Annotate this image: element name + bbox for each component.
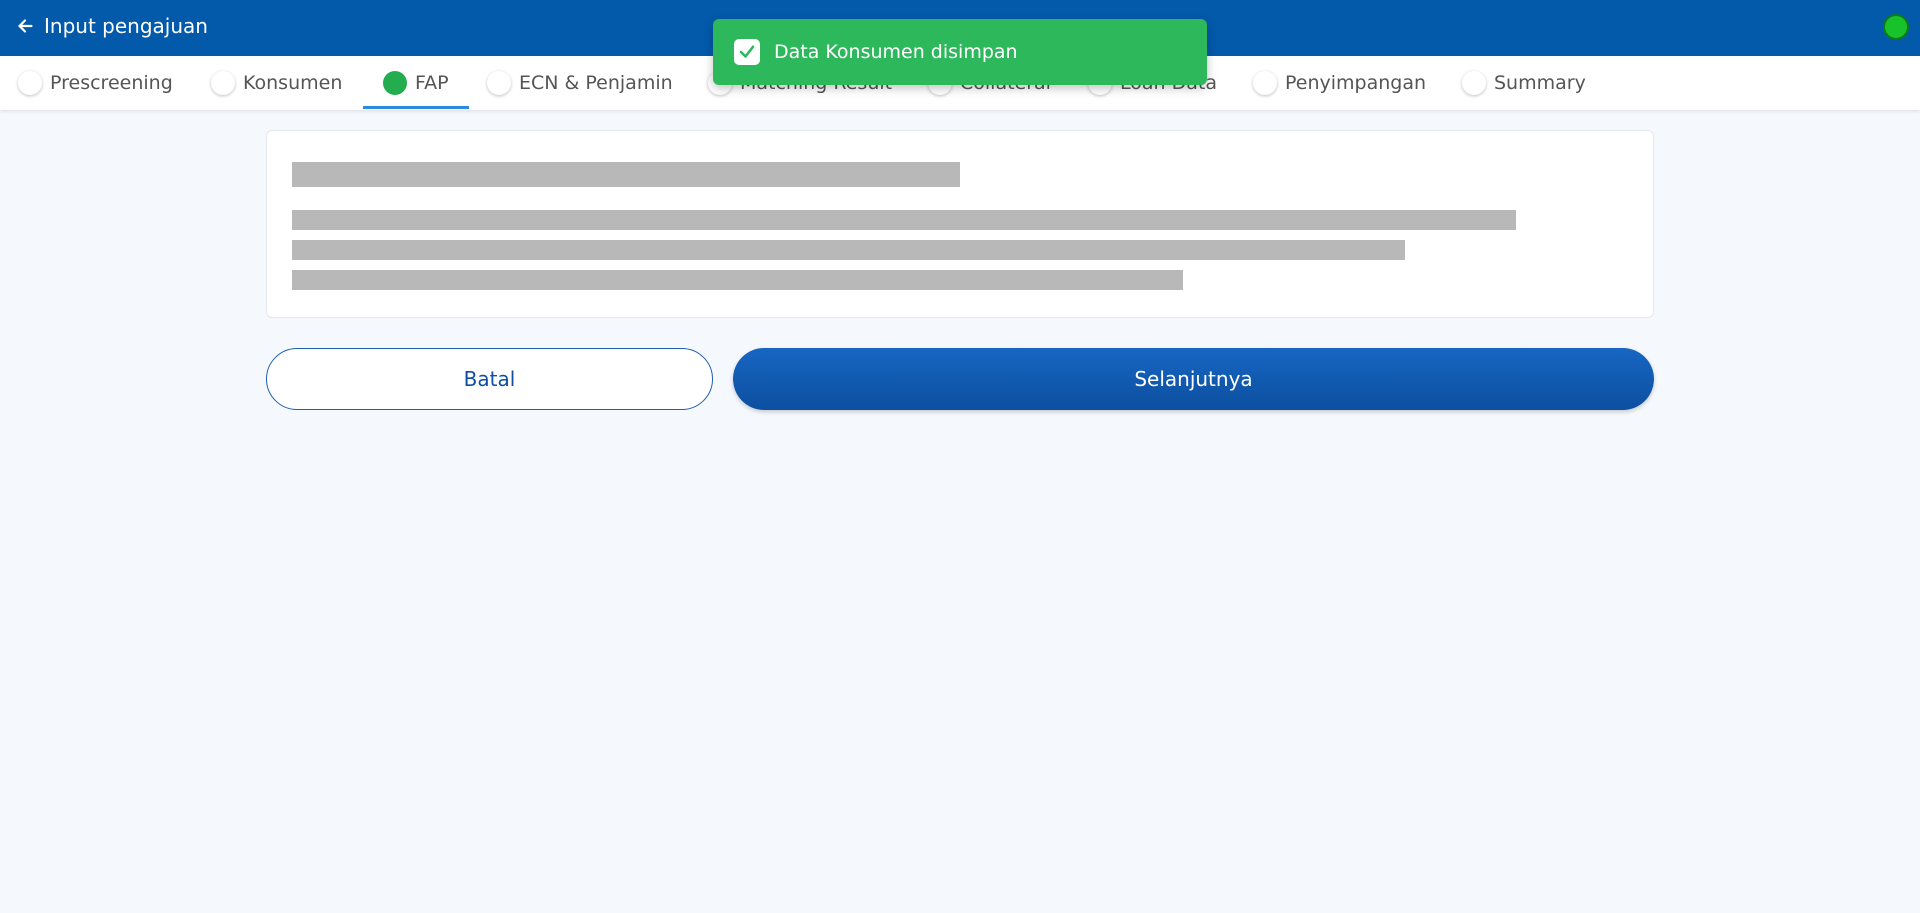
success-toast: Data Konsumen disimpan bbox=[713, 19, 1207, 85]
step-label: ECN & Penjamin bbox=[519, 72, 673, 94]
step-label: Penyimpangan bbox=[1285, 72, 1427, 94]
skeleton-line bbox=[292, 270, 1183, 290]
step-label: Summary bbox=[1494, 72, 1586, 94]
step-label: Konsumen bbox=[243, 72, 343, 94]
step-status-icon bbox=[211, 71, 235, 95]
cancel-button[interactable]: Batal bbox=[266, 348, 713, 410]
step-penyimpangan[interactable]: Penyimpangan bbox=[1253, 56, 1426, 110]
arrow-left-icon bbox=[18, 19, 33, 33]
step-label: FAP bbox=[415, 72, 449, 94]
toast-message: Data Konsumen disimpan bbox=[774, 41, 1018, 63]
step-konsumen[interactable]: Konsumen bbox=[211, 56, 342, 110]
connection-status-indicator bbox=[1883, 14, 1909, 40]
loading-skeleton-card bbox=[266, 130, 1654, 318]
skeleton-line bbox=[292, 162, 960, 187]
next-button[interactable]: Selanjutnya bbox=[733, 348, 1654, 410]
step-status-icon bbox=[1253, 71, 1277, 95]
skeleton-line bbox=[292, 210, 1516, 230]
skeleton-line bbox=[292, 240, 1405, 260]
step-status-icon bbox=[487, 71, 511, 95]
step-summary[interactable]: Summary bbox=[1462, 56, 1586, 110]
step-status-icon bbox=[1462, 71, 1486, 95]
step-status-icon bbox=[383, 71, 407, 95]
page-title: Input pengajuan bbox=[44, 14, 208, 38]
step-prescreening[interactable]: Prescreening bbox=[18, 56, 173, 110]
checkbox-check-icon bbox=[734, 39, 760, 65]
step-fap[interactable]: FAP bbox=[363, 56, 469, 110]
step-label: Prescreening bbox=[50, 72, 173, 94]
step-status-icon bbox=[18, 71, 42, 95]
step-ecn-penjamin[interactable]: ECN & Penjamin bbox=[487, 56, 673, 110]
back-button[interactable]: Input pengajuan bbox=[14, 14, 208, 38]
